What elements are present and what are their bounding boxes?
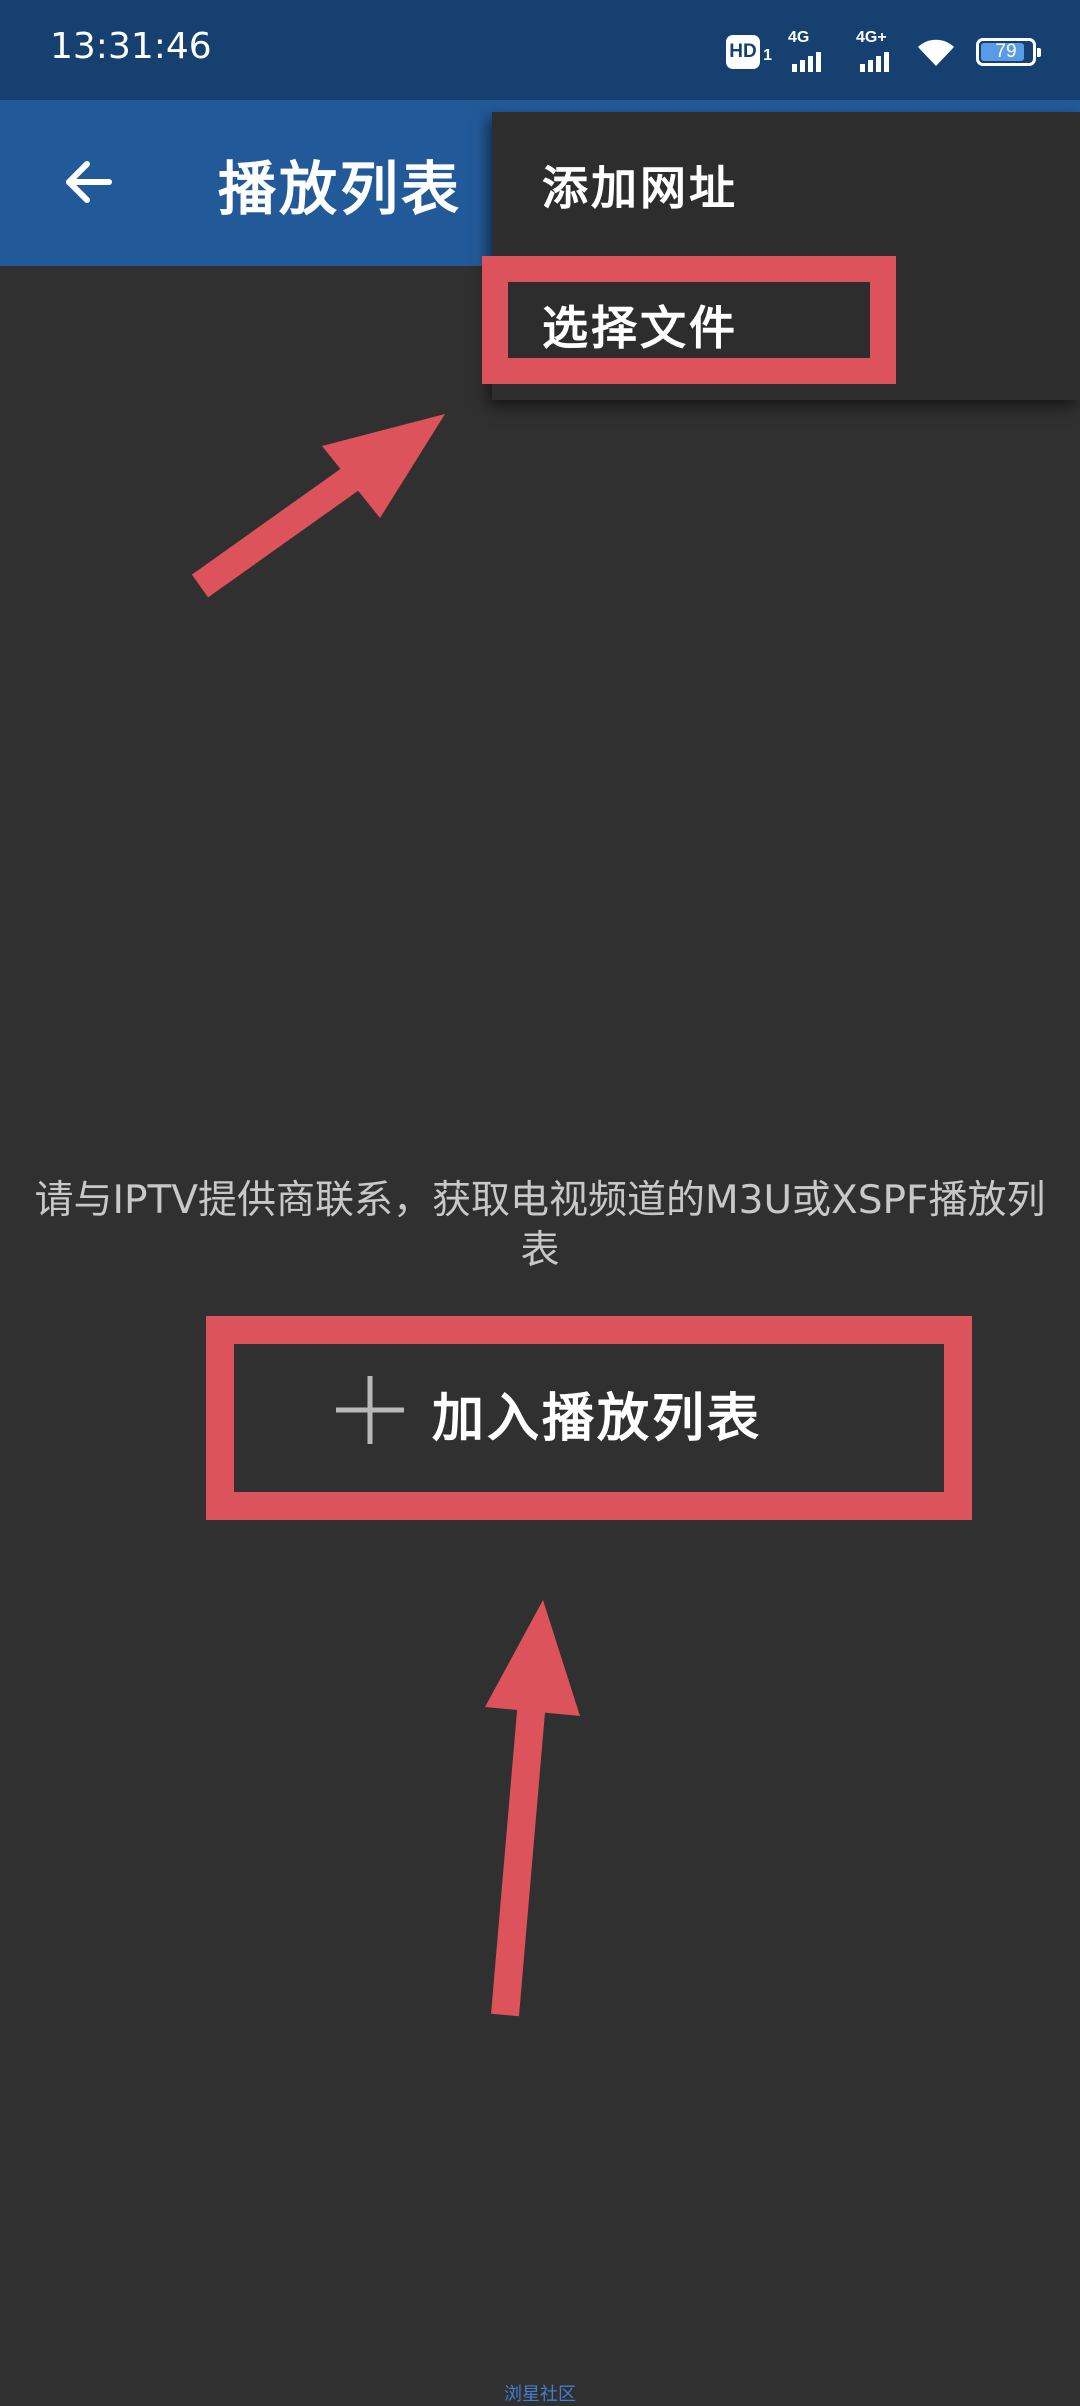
cellular-signal-icon-2: 4G+ xyxy=(856,29,896,72)
back-button[interactable] xyxy=(48,142,128,222)
signal-network-label: 4G xyxy=(788,29,810,46)
battery-icon: 79 xyxy=(976,38,1041,66)
hd-icon: HD 1 xyxy=(726,35,772,69)
add-playlist-button[interactable]: 加入播放列表 xyxy=(234,1344,944,1492)
signal-network-label-2: 4G+ xyxy=(856,29,887,46)
hd-sub-label: 1 xyxy=(763,47,772,64)
annotation-arrow-add xyxy=(485,1600,580,2017)
cellular-signal-icon: 4G xyxy=(788,29,828,72)
arrow-left-icon xyxy=(66,161,112,203)
menu-item-add-url[interactable]: 添加网址 xyxy=(542,152,738,218)
annotation-box-select-file xyxy=(482,256,896,384)
status-icons: HD 1 4G 4G+ 79 xyxy=(726,29,1041,74)
status-time: 13:31:46 xyxy=(50,26,212,67)
annotation-arrow-menu xyxy=(191,414,445,598)
plus-icon xyxy=(336,1376,404,1444)
wifi-icon xyxy=(918,39,954,66)
watermark-text: 浏星社区 xyxy=(504,2384,576,2405)
empty-state-hint: 请与IPTV提供商联系，获取电视频道的M3U或XSPF播放列表 xyxy=(34,1178,1046,1273)
page-title: 播放列表 xyxy=(218,155,463,223)
hd-label: HD xyxy=(729,41,757,62)
add-playlist-label: 加入播放列表 xyxy=(432,1388,763,1449)
status-bar: 13:31:46 HD 1 4G 4G+ 79 xyxy=(0,0,1080,100)
battery-level: 79 xyxy=(995,41,1017,62)
